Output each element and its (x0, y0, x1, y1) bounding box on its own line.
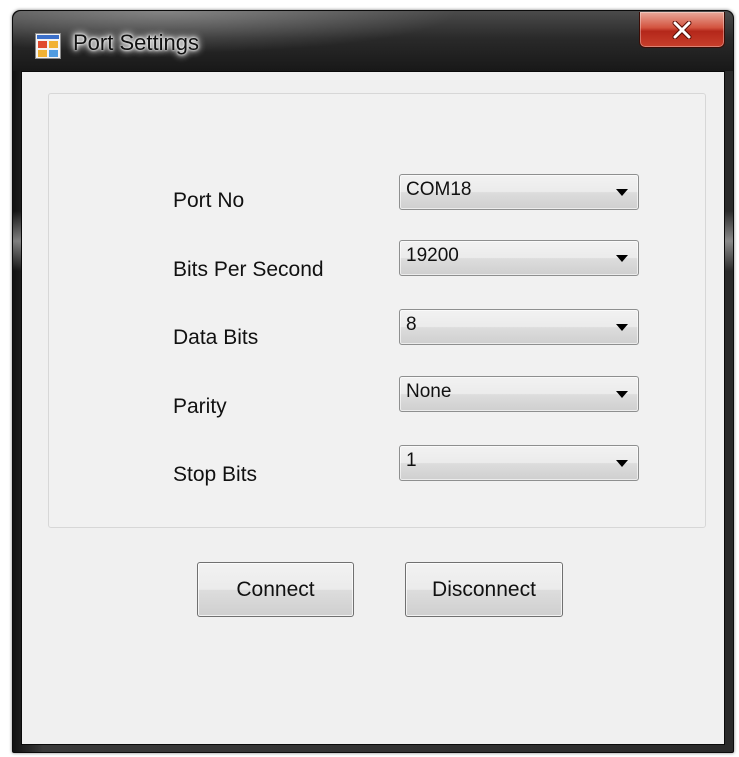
application-icon (35, 33, 61, 59)
chevron-down-icon (616, 255, 628, 262)
parity-dropdown[interactable]: None (399, 376, 639, 412)
stop-bits-dropdown[interactable]: 1 (399, 445, 639, 481)
chevron-down-icon (616, 460, 628, 467)
parity-value: None (406, 381, 452, 402)
bits-per-second-value: 19200 (406, 245, 459, 266)
parity-label: Parity (173, 395, 227, 418)
window-border-shine (725, 211, 733, 271)
bits-per-second-label: Bits Per Second (173, 258, 324, 281)
connect-button[interactable]: Connect (197, 562, 354, 617)
stop-bits-label: Stop Bits (173, 463, 258, 486)
window-title: Port Settings (73, 30, 199, 55)
close-x-icon (672, 20, 692, 39)
port-settings-window: Port Settings Port No COM18 Bits Per Sec… (12, 10, 734, 753)
dialog-client-area: Port No COM18 Bits Per Second 19200 Data… (21, 71, 725, 745)
port-no-dropdown[interactable]: COM18 (399, 174, 639, 210)
port-no-value: COM18 (406, 179, 472, 200)
close-button[interactable] (639, 12, 725, 48)
settings-panel: Port No COM18 Bits Per Second 19200 Data… (48, 93, 706, 528)
data-bits-value: 8 (406, 314, 417, 335)
stop-bits-value: 1 (406, 450, 417, 471)
bits-per-second-dropdown[interactable]: 19200 (399, 240, 639, 276)
data-bits-dropdown[interactable]: 8 (399, 309, 639, 345)
chevron-down-icon (616, 324, 628, 331)
data-bits-label: Data Bits (173, 326, 259, 349)
title-bar[interactable]: Port Settings (13, 11, 733, 71)
port-no-label: Port No (173, 189, 245, 212)
disconnect-button[interactable]: Disconnect (405, 562, 563, 617)
window-border-shine (13, 211, 21, 271)
chevron-down-icon (616, 391, 628, 398)
chevron-down-icon (616, 189, 628, 196)
